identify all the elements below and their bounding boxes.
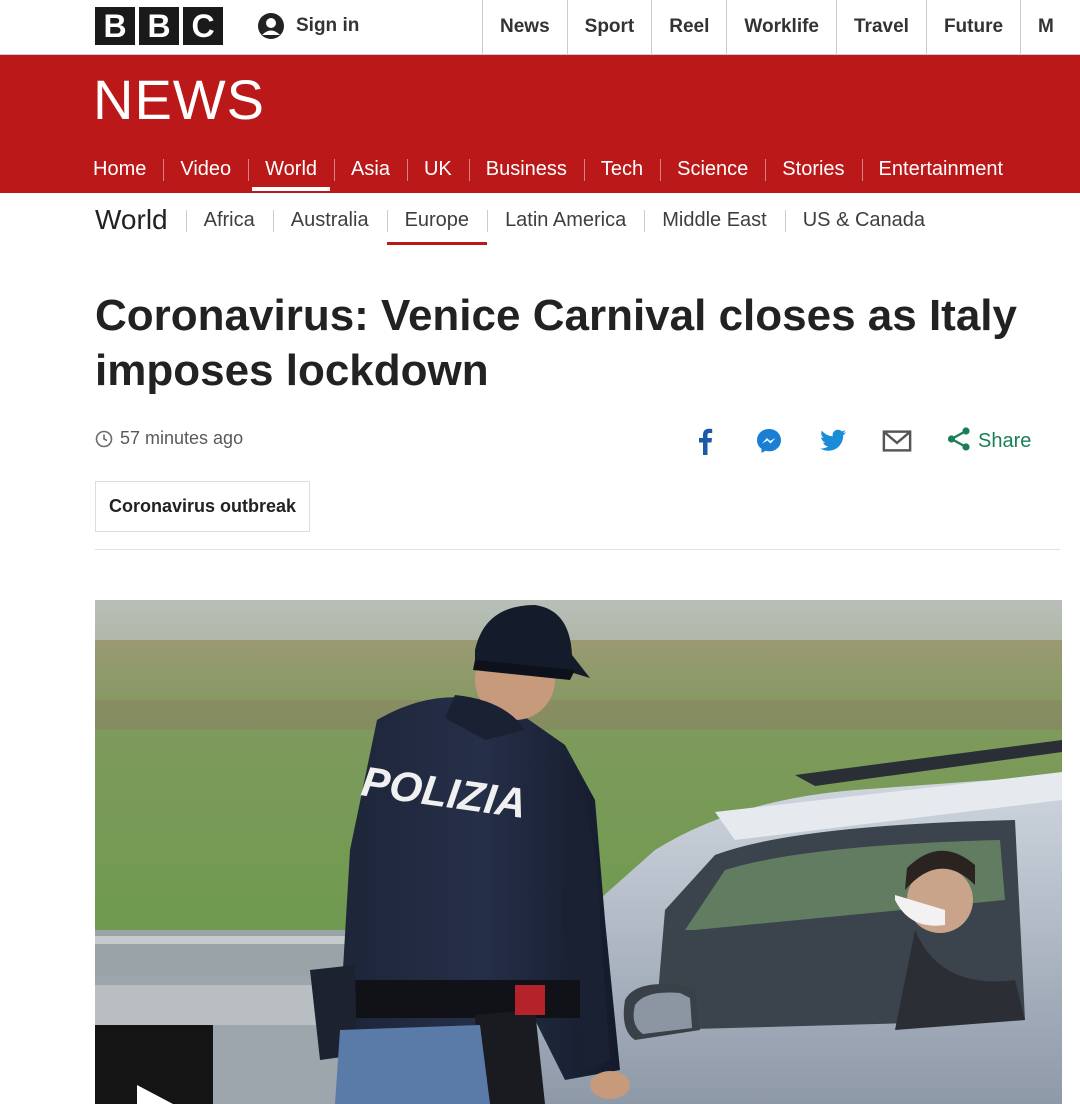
hero-photo-illustration: POLIZIA xyxy=(95,600,1062,1104)
share-tools: Share xyxy=(690,422,1031,460)
subnav-africa[interactable]: Africa xyxy=(185,198,273,242)
bbc-logo[interactable]: B B C xyxy=(95,7,223,45)
subnav-middle-east[interactable]: Middle East xyxy=(644,198,785,242)
video-play-button[interactable] xyxy=(95,1025,213,1104)
top-nav-travel[interactable]: Travel xyxy=(836,0,926,55)
top-nav: News Sport Reel Worklife Travel Future M xyxy=(482,0,1071,55)
subnav-europe[interactable]: Europe xyxy=(386,198,488,245)
nav-science[interactable]: Science xyxy=(660,149,765,193)
main-nav: Home Video World Asia UK Business Tech S… xyxy=(93,149,1020,193)
twitter-icon[interactable] xyxy=(818,426,848,456)
bbc-logo-letter: B xyxy=(139,7,179,45)
subnav-us-canada[interactable]: US & Canada xyxy=(784,198,943,242)
share-icon xyxy=(946,426,972,457)
top-nav-more[interactable]: M xyxy=(1020,0,1071,55)
hero-image[interactable]: POLIZIA xyxy=(95,600,1062,1104)
nav-world[interactable]: World xyxy=(248,149,334,193)
share-label: Share xyxy=(978,429,1032,452)
bbc-logo-letter: B xyxy=(95,7,135,45)
nav-video[interactable]: Video xyxy=(163,149,248,193)
top-nav-future[interactable]: Future xyxy=(925,0,1020,55)
section-title[interactable]: World xyxy=(95,198,186,242)
top-nav-worklife[interactable]: Worklife xyxy=(726,0,836,55)
nav-asia[interactable]: Asia xyxy=(334,149,407,193)
subnav-australia[interactable]: Australia xyxy=(272,198,387,242)
email-icon[interactable] xyxy=(882,426,912,456)
nav-stories[interactable]: Stories xyxy=(765,149,861,193)
nav-home[interactable]: Home xyxy=(93,149,163,193)
user-icon xyxy=(256,11,286,41)
news-title[interactable]: NEWS xyxy=(93,67,265,132)
messenger-icon[interactable] xyxy=(754,426,784,456)
topic-tag[interactable]: Coronavirus outbreak xyxy=(95,481,311,532)
subnav-latin-america[interactable]: Latin America xyxy=(487,198,644,242)
top-nav-news[interactable]: News xyxy=(482,0,567,55)
play-icon xyxy=(137,1085,173,1104)
nav-entertainment[interactable]: Entertainment xyxy=(861,149,1021,193)
share-button[interactable]: Share xyxy=(946,426,1031,457)
sign-in-link[interactable]: Sign in xyxy=(256,10,359,42)
bbc-logo-letter: C xyxy=(183,7,223,45)
nav-uk[interactable]: UK xyxy=(406,149,469,193)
section-subnav: World Africa Australia Europe Latin Amer… xyxy=(95,198,943,246)
news-banner: NEWS Home Video World Asia UK Business T… xyxy=(0,55,1080,193)
top-nav-sport[interactable]: Sport xyxy=(566,0,652,55)
sign-in-label: Sign in xyxy=(296,15,360,36)
top-bar: B B C Sign in News Sport Reel Worklife T… xyxy=(0,0,1080,55)
facebook-icon[interactable] xyxy=(690,426,720,456)
top-nav-reel[interactable]: Reel xyxy=(651,0,726,55)
nav-tech[interactable]: Tech xyxy=(583,149,660,193)
article-meta: 57 minutes ago xyxy=(95,428,243,449)
timestamp: 57 minutes ago xyxy=(120,428,244,448)
nav-business[interactable]: Business xyxy=(468,149,584,193)
clock-icon xyxy=(95,430,113,448)
divider xyxy=(95,549,1060,550)
article-headline: Coronavirus: Venice Carnival closes as I… xyxy=(95,291,1017,395)
